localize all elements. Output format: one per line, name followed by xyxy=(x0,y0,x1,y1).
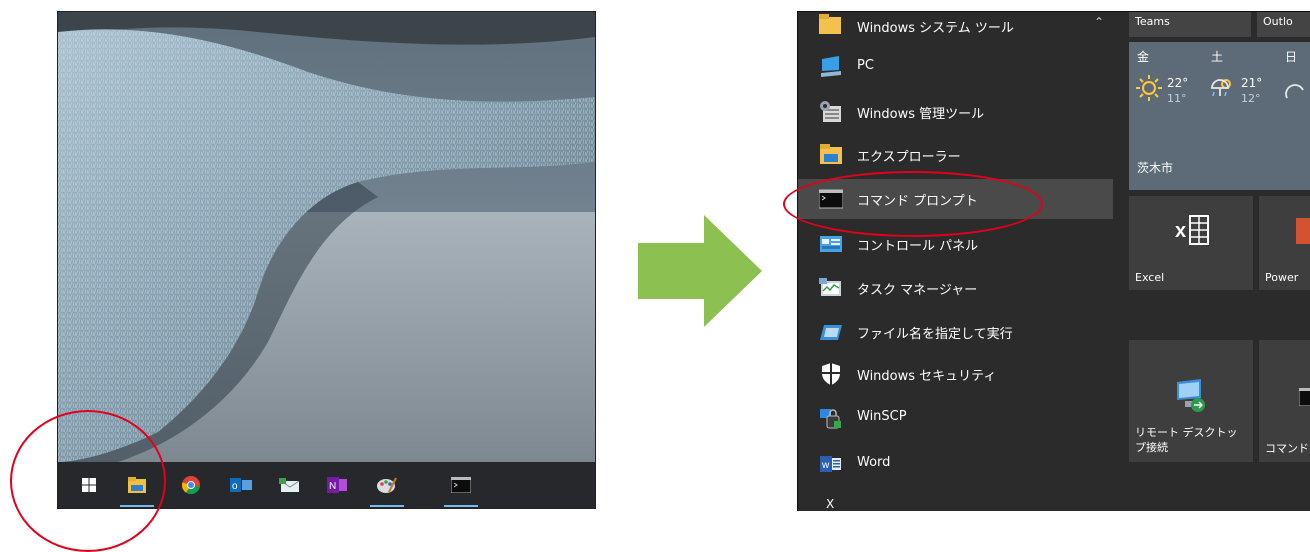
group-header-label: Windows システム ツール xyxy=(857,21,1014,36)
tile-remote-desktop[interactable]: リモート デスクトッ プ接続 xyxy=(1129,340,1253,462)
desktop-wallpaper xyxy=(58,12,595,462)
menu-item-task-manager[interactable]: タスク マネージャー xyxy=(798,268,1113,308)
menu-item-label: コントロール パネル xyxy=(857,239,979,254)
menu-item-windows-admin-tools[interactable]: Windows 管理ツール xyxy=(798,92,1113,132)
folder-icon xyxy=(820,144,842,164)
taskbar-outlook[interactable]: o xyxy=(222,462,260,508)
menu-item-label: PC xyxy=(857,58,874,73)
weather-low-sat: 12° xyxy=(1241,92,1261,105)
menu-item-label: タスク マネージャー xyxy=(857,283,978,298)
menu-item-label: WinSCP xyxy=(857,409,907,424)
word-icon: w xyxy=(820,456,841,472)
highlight-start-button-ellipse xyxy=(10,410,166,552)
menu-item-run[interactable]: ファイル名を指定して実行 xyxy=(798,312,1113,352)
tile-excel[interactable]: x Excel xyxy=(1129,196,1253,290)
cloud-icon xyxy=(1285,84,1304,99)
run-icon xyxy=(820,325,842,340)
sun-rain-icon xyxy=(1211,79,1231,97)
tile-label: コマンド xyxy=(1265,442,1309,455)
menu-item-label: Word xyxy=(857,455,891,470)
weather-city: 茨木市 xyxy=(1137,161,1174,175)
tile-outlook[interactable]: Outlo xyxy=(1257,12,1310,37)
start-menu: Windows システム ツール ⌃ PC Windows 管理ツール エクスプ… xyxy=(797,11,1310,511)
svg-text:N: N xyxy=(329,481,336,492)
right-arrow-icon xyxy=(638,215,762,327)
tile-weather[interactable]: 金 土 日 22° 11° 21° 12° 茨木市 xyxy=(1129,42,1310,190)
weather-high-fri: 22° xyxy=(1167,76,1189,90)
pc-icon xyxy=(821,56,841,77)
taskbar-paint[interactable] xyxy=(368,462,406,508)
svg-text:w: w xyxy=(821,460,830,471)
section-letter-x[interactable]: X xyxy=(826,497,834,511)
sunny-icon xyxy=(1136,75,1162,101)
tile-label: Outlo xyxy=(1263,15,1293,28)
command-prompt-icon xyxy=(451,477,471,493)
task-manager-icon xyxy=(819,278,841,296)
menu-item-windows-security[interactable]: Windows セキュリティ xyxy=(798,354,1113,394)
tile-label-line2: プ接続 xyxy=(1135,441,1168,454)
excel-icon: x xyxy=(1175,215,1209,245)
weather-day-sun: 日 xyxy=(1285,50,1298,64)
taskbar-chrome[interactable] xyxy=(172,462,210,508)
tile-label-line1: リモート デスクトッ xyxy=(1135,426,1238,439)
menu-item-word[interactable]: w Word xyxy=(798,444,1113,484)
folder-icon xyxy=(819,14,841,34)
command-prompt-icon xyxy=(1299,388,1310,406)
chevron-up-icon: ⌃ xyxy=(1094,15,1105,29)
admin-tools-icon xyxy=(820,101,841,122)
tile-command-prompt[interactable]: コマンド xyxy=(1259,340,1310,462)
taskbar-onenote[interactable]: N xyxy=(318,462,356,508)
powerpoint-icon xyxy=(1296,218,1310,244)
weather-day-sat: 土 xyxy=(1211,50,1224,64)
winscp-icon xyxy=(820,409,841,429)
taskbar-mail[interactable] xyxy=(270,462,308,508)
taskbar-command-prompt[interactable] xyxy=(442,462,480,508)
weather-high-sat: 21° xyxy=(1241,76,1263,90)
menu-item-label: ファイル名を指定して実行 xyxy=(857,327,1013,342)
tile-label: Excel xyxy=(1135,271,1165,284)
weather-low-fri: 11° xyxy=(1167,92,1187,105)
svg-text:o: o xyxy=(232,481,238,492)
mail-icon xyxy=(279,478,299,492)
tile-powerpoint[interactable]: Power xyxy=(1259,196,1310,290)
tile-label: Power xyxy=(1265,271,1299,284)
paint-icon xyxy=(377,477,397,493)
outlook-icon: o xyxy=(230,478,252,492)
menu-item-label: Windows 管理ツール xyxy=(857,107,985,122)
chrome-icon xyxy=(182,476,200,494)
menu-item-winscp[interactable]: WinSCP xyxy=(798,398,1113,438)
start-menu-app-list: Windows システム ツール ⌃ PC Windows 管理ツール エクスプ… xyxy=(798,12,1113,511)
highlight-command-prompt-ellipse xyxy=(783,171,1043,237)
group-header-windows-system-tools[interactable]: Windows システム ツール ⌃ xyxy=(798,12,1113,43)
menu-item-label: Windows セキュリティ xyxy=(857,369,997,384)
tile-label: Teams xyxy=(1135,15,1170,28)
menu-item-pc[interactable]: PC xyxy=(798,47,1113,87)
tile-teams[interactable]: Teams xyxy=(1129,12,1251,37)
remote-desktop-icon xyxy=(1177,379,1205,412)
shield-icon xyxy=(822,363,840,385)
menu-item-label: エクスプローラー xyxy=(857,150,961,165)
svg-text:x: x xyxy=(1175,220,1186,242)
menu-item-explorer[interactable]: エクスプローラー xyxy=(798,135,1113,175)
weather-day-fri: 金 xyxy=(1137,50,1150,64)
control-panel-icon xyxy=(820,236,842,252)
onenote-icon: N xyxy=(327,477,347,493)
